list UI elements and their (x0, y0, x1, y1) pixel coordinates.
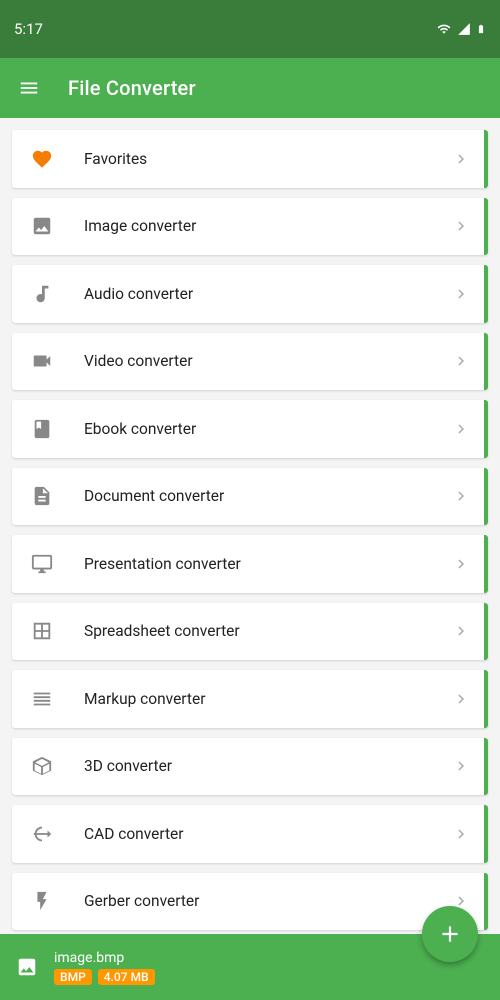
chevron-right-icon (452, 757, 470, 775)
converter-item-label: 3D converter (84, 757, 452, 775)
presentation-icon (28, 553, 56, 575)
chevron-right-icon (452, 150, 470, 168)
cad-icon (28, 823, 56, 845)
file-name: image.bmp (54, 950, 155, 966)
status-icons (436, 21, 486, 37)
status-time: 5:17 (14, 20, 43, 38)
converter-item-bolt[interactable]: Gerber converter (12, 873, 488, 931)
converter-item-label: Gerber converter (84, 892, 452, 910)
converter-item-label: Markup converter (84, 690, 452, 708)
signal-icon (456, 22, 472, 36)
converter-item-document[interactable]: Document converter (12, 468, 488, 526)
bolt-icon (28, 890, 56, 912)
converter-item-label: Favorites (84, 150, 452, 168)
chevron-right-icon (452, 487, 470, 505)
cube-icon (28, 755, 56, 777)
converter-item-spreadsheet[interactable]: Spreadsheet converter (12, 603, 488, 661)
document-icon (28, 485, 56, 507)
chevron-right-icon (452, 690, 470, 708)
converter-item-label: Image converter (84, 217, 452, 235)
heart-icon (28, 148, 56, 170)
converter-item-cube[interactable]: 3D converter (12, 738, 488, 796)
file-info: image.bmp BMP 4.07 MB (54, 950, 155, 985)
converter-item-audio[interactable]: Audio converter (12, 265, 488, 323)
file-badges: BMP 4.07 MB (54, 969, 155, 985)
converter-item-cad[interactable]: CAD converter (12, 805, 488, 863)
converter-item-video[interactable]: Video converter (12, 333, 488, 391)
chevron-right-icon (452, 420, 470, 438)
converter-item-book[interactable]: Ebook converter (12, 400, 488, 458)
audio-icon (28, 283, 56, 305)
chevron-right-icon (452, 217, 470, 235)
plus-icon (437, 921, 463, 947)
converter-list: Favorites Image converter Audio converter V… (0, 118, 500, 934)
converter-item-label: Video converter (84, 352, 452, 370)
converter-item-label: Ebook converter (84, 420, 452, 438)
chevron-right-icon (452, 555, 470, 573)
book-icon (28, 418, 56, 440)
size-badge: 4.07 MB (98, 969, 155, 985)
converter-item-image[interactable]: Image converter (12, 198, 488, 256)
chevron-right-icon (452, 285, 470, 303)
converter-item-label: Spreadsheet converter (84, 622, 452, 640)
app-title: File Converter (68, 76, 196, 100)
markup-icon (28, 688, 56, 710)
converter-item-markup[interactable]: Markup converter (12, 670, 488, 728)
chevron-right-icon (452, 825, 470, 843)
menu-icon[interactable] (18, 77, 40, 99)
spreadsheet-icon (28, 620, 56, 642)
converter-item-label: Document converter (84, 487, 452, 505)
app-bar: File Converter (0, 58, 500, 118)
image-file-icon (14, 954, 40, 980)
chevron-right-icon (452, 622, 470, 640)
format-badge: BMP (54, 969, 92, 985)
bottom-file-bar[interactable]: image.bmp BMP 4.07 MB (0, 934, 500, 1000)
chevron-right-icon (452, 352, 470, 370)
video-icon (28, 350, 56, 372)
converter-item-label: Audio converter (84, 285, 452, 303)
wifi-icon (436, 22, 452, 36)
battery-icon (476, 21, 486, 37)
converter-item-label: CAD converter (84, 825, 452, 843)
converter-item-presentation[interactable]: Presentation converter (12, 535, 488, 593)
converter-item-heart[interactable]: Favorites (12, 130, 488, 188)
converter-item-label: Presentation converter (84, 555, 452, 573)
add-button[interactable] (422, 906, 478, 962)
status-bar: 5:17 (0, 0, 500, 58)
image-icon (28, 215, 56, 237)
